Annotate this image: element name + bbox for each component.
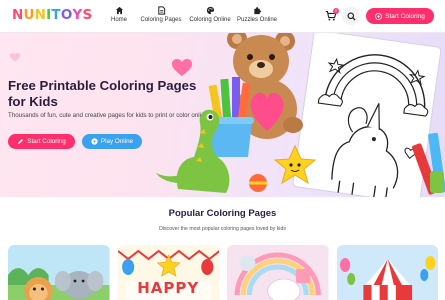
- hero-banner: Free Printable Coloring Pages for Kids T…: [0, 33, 445, 197]
- hero-play-online-label: Play Online: [100, 138, 134, 145]
- puzzle-icon: [253, 7, 261, 15]
- search-icon: [346, 11, 356, 21]
- palette-icon: [206, 6, 214, 15]
- nav-coloring-online-label: Coloring Online: [189, 17, 231, 23]
- pencil-icon: [18, 139, 24, 144]
- hero-play-online-button[interactable]: Play Online: [82, 134, 142, 149]
- section-title: Popular Coloring Pages: [168, 208, 277, 219]
- plus-circle-icon: [375, 12, 383, 20]
- birthday-banner-text: HAPPY: [137, 279, 200, 297]
- hero-start-coloring-button[interactable]: Start Coloring: [8, 134, 75, 149]
- document-icon: [157, 6, 165, 15]
- circus-thumbnail: [336, 245, 438, 300]
- nav-start-coloring-label: Start Coloring: [385, 12, 425, 20]
- jungle-animals-card[interactable]: [8, 245, 110, 300]
- nav-coloring-pages-label: Coloring Pages: [140, 17, 182, 23]
- cart-count-badge: 0: [333, 8, 339, 14]
- play-circle-icon: [91, 138, 98, 145]
- home-icon: [115, 6, 123, 15]
- circus-card[interactable]: [336, 245, 438, 300]
- nav-coloring-pages[interactable]: Coloring Pages: [136, 4, 186, 23]
- birthday-card[interactable]: HAPPY: [117, 245, 219, 300]
- jungle-animals-thumbnail: [8, 245, 110, 300]
- unicorn-rainbow-card[interactable]: [227, 245, 329, 300]
- hero-start-coloring-label: Start Coloring: [27, 138, 66, 145]
- hero-illustration: [156, 33, 445, 197]
- nav-home[interactable]: Home: [104, 4, 134, 23]
- nav-coloring-online[interactable]: Coloring Online: [187, 4, 233, 23]
- coloring-cards-row: HAPPY: [8, 245, 438, 300]
- section-subtitle: Discover the most popular coloring pages…: [159, 226, 286, 232]
- heart-icon: [10, 53, 20, 62]
- search-button[interactable]: [342, 7, 360, 25]
- unicorn-rainbow-thumbnail: [227, 245, 329, 300]
- nunitoys-logo[interactable]: NUNITOYS: [12, 7, 92, 23]
- nav-puzzles-online[interactable]: Puzzles Online: [233, 4, 281, 23]
- nav-start-coloring-button[interactable]: Start Coloring: [366, 8, 434, 24]
- top-nav: NUNITOYS Home Coloring Pages Coloring On…: [0, 0, 445, 33]
- nav-home-label: Home: [110, 17, 127, 23]
- nav-puzzles-online-label: Puzzles Online: [236, 17, 278, 23]
